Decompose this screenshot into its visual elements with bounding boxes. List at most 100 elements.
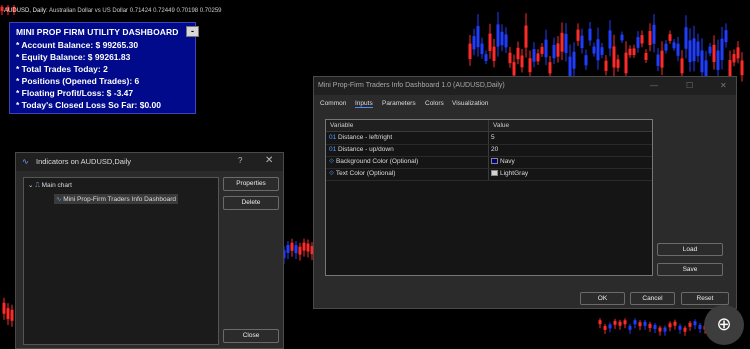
candle-body — [680, 58, 684, 74]
candle-body — [592, 46, 596, 54]
indicators-titlebar[interactable]: ∿ Indicators on AUDUSD,Daily ? ✕ — [16, 153, 283, 171]
candle-body — [492, 46, 496, 61]
row-divider — [326, 168, 652, 169]
save-button[interactable]: Save — [657, 263, 723, 276]
candle-body — [623, 320, 627, 325]
table-row[interactable]: ⟐ Background Color (Optional) — [329, 158, 418, 166]
int-type-icon: 01 — [329, 134, 337, 141]
indicator-icon: ∿ — [56, 196, 62, 203]
candle-body — [524, 25, 528, 48]
candle-body — [728, 60, 732, 78]
candle-body — [286, 244, 290, 253]
inputs-table[interactable]: Variable Value 01 Distance - left/right … — [325, 119, 653, 276]
value-field[interactable]: 5 — [491, 134, 495, 141]
close-icon[interactable]: ✕ — [720, 81, 727, 90]
tab-common[interactable]: Common — [320, 100, 346, 107]
variable-name: Text Color (Optional) — [335, 170, 396, 177]
tree-item-label: Mini Prop-Firm Traders Info Dashboard — [63, 196, 176, 203]
candle-body — [732, 54, 736, 63]
candle-body — [10, 309, 14, 321]
properties-dialog-title: Mini Prop-Firm Traders Info Dashboard 1.… — [318, 82, 505, 89]
chevron-down-icon[interactable]: ⌄ — [28, 182, 33, 189]
candle-body — [724, 30, 728, 43]
candle-body — [608, 30, 612, 49]
candle-body — [693, 321, 697, 326]
candle-body — [476, 25, 480, 48]
candle-body — [564, 33, 568, 53]
delete-button[interactable]: Delete — [223, 196, 279, 210]
candle-body — [636, 37, 640, 48]
candle-body — [500, 31, 504, 46]
color-swatch — [491, 158, 498, 164]
table-row[interactable]: 01 Distance - left/right — [329, 134, 392, 141]
magnifier-plus-icon[interactable]: ⊕ — [704, 305, 744, 345]
help-icon[interactable]: ? — [238, 156, 242, 165]
tab-colors[interactable]: Colors — [425, 100, 444, 107]
candle-body — [598, 320, 602, 325]
color-value-field[interactable]: LightGray — [491, 170, 528, 177]
color-swatch — [491, 170, 498, 176]
candle-body — [294, 245, 298, 254]
dashboard-line: * Equity Balance: $ 99261.83 — [16, 52, 131, 62]
close-button[interactable]: Close — [223, 329, 279, 343]
candle-body — [302, 242, 306, 251]
candle-body — [704, 60, 708, 78]
candle-body — [720, 38, 724, 60]
close-icon[interactable]: ✕ — [265, 155, 273, 166]
indicators-tree[interactable]: ⌄ ⎍ Main chart ∿ Mini Prop-Firm Traders … — [23, 177, 219, 345]
chart-icon: ⎍ — [35, 182, 40, 189]
properties-titlebar[interactable]: Mini Prop-Firm Traders Info Dashboard 1.… — [314, 77, 736, 95]
table-row[interactable]: ⟐ Text Color (Optional) — [329, 170, 395, 178]
candle-body — [603, 325, 607, 330]
candle-body — [716, 50, 720, 70]
candle-body — [740, 60, 744, 76]
column-header-value[interactable]: Value — [488, 120, 652, 132]
minimize-icon[interactable]: — — [650, 81, 658, 90]
tree-item-dashboard[interactable]: ∿ Mini Prop-Firm Traders Info Dashboard — [54, 194, 178, 204]
row-divider — [326, 180, 652, 181]
ok-button[interactable]: OK — [580, 292, 625, 305]
candle-body — [638, 322, 642, 327]
chart-header: AUDUSD, Daily: Australian Dollar vs US D… — [4, 8, 222, 14]
candle-body — [616, 59, 620, 68]
candle-body — [648, 323, 652, 328]
row-divider — [326, 156, 652, 157]
candle-body — [290, 242, 294, 251]
dashboard-title: MINI PROP FIRM UTILITY DASHBOARD — [16, 27, 179, 37]
cancel-button[interactable]: Cancel — [630, 292, 675, 305]
column-header-variable[interactable]: Variable — [326, 120, 488, 132]
candle-body — [708, 46, 712, 54]
tree-root-label: Main chart — [41, 182, 72, 189]
candle-body — [664, 43, 668, 51]
candle-body — [468, 43, 472, 60]
candle-body — [652, 24, 656, 44]
candle-body — [736, 47, 740, 59]
candle-body — [658, 327, 662, 332]
load-button[interactable]: Load — [657, 243, 723, 256]
tab-inputs[interactable]: Inputs — [355, 100, 373, 108]
candle-body — [604, 60, 608, 71]
candle-body — [298, 246, 302, 255]
maximize-icon[interactable]: ☐ — [686, 81, 693, 90]
candle-body — [684, 27, 688, 49]
dashboard-minimize-button[interactable]: - — [186, 26, 199, 37]
candle-body — [663, 327, 667, 332]
tree-root[interactable]: ⌄ ⎍ Main chart — [28, 181, 72, 190]
candle-body — [504, 34, 508, 48]
variable-name: Background Color (Optional) — [335, 158, 419, 165]
tab-parameters[interactable]: Parameters — [382, 100, 416, 107]
color-name: Navy — [500, 158, 515, 165]
properties-button[interactable]: Properties — [223, 177, 279, 191]
candle-body — [584, 55, 588, 66]
chart-symbol: AUDUSD, Daily: — [4, 8, 48, 14]
dashboard-line: * Account Balance: $ 99265.30 — [16, 40, 139, 50]
value-field[interactable]: 20 — [491, 146, 498, 153]
candle-body — [632, 48, 636, 56]
table-row[interactable]: 01 Distance - up/down — [329, 146, 394, 153]
candle-body — [596, 39, 600, 61]
color-value-field[interactable]: Navy — [491, 158, 515, 165]
candle-body — [660, 50, 664, 68]
candle-body — [516, 47, 520, 60]
tab-visualization[interactable]: Visualization — [452, 100, 488, 107]
reset-button[interactable]: Reset — [681, 292, 729, 305]
